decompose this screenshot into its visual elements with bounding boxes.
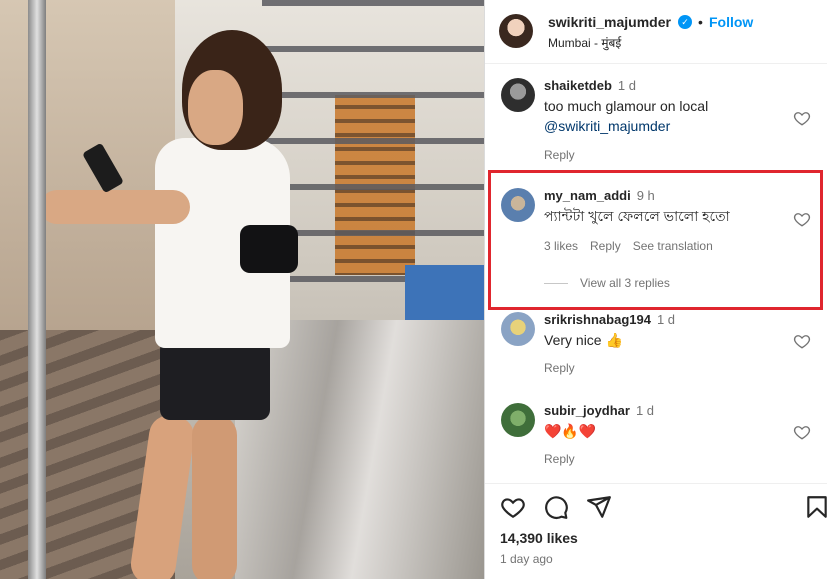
post-timestamp[interactable]: 1 day ago — [500, 552, 553, 566]
likes-count[interactable]: 14,390 likes — [500, 530, 578, 546]
view-replies-label[interactable]: View all 3 replies — [580, 276, 670, 290]
see-translation-button[interactable]: See translation — [633, 239, 713, 253]
comment-username[interactable]: subir_joydhar — [544, 403, 630, 418]
comment-text: ❤️🔥❤️ — [544, 421, 794, 441]
comment-body: প্যান্টটা খুলে ফেললে ভালো হতো — [544, 208, 730, 224]
comment-body: too much glamour on local — [544, 98, 709, 114]
comment-username[interactable]: shaiketdeb — [544, 78, 612, 93]
verified-badge-icon: ✓ — [678, 15, 692, 29]
comment-time: 1 d — [656, 312, 676, 327]
comment-author[interactable]: srikrishnabag194 1 d — [544, 312, 675, 327]
bookmark-icon[interactable] — [804, 494, 827, 520]
photo-leg — [192, 415, 237, 579]
author-username[interactable]: swikriti_majumder — [548, 14, 671, 30]
post-location[interactable]: Mumbai - मुंबई — [548, 34, 621, 51]
heart-icon[interactable] — [793, 423, 811, 441]
comment-time: 1 d — [617, 78, 636, 93]
reply-button[interactable]: Reply — [544, 361, 575, 375]
post-panel: swikriti_majumder ✓ • Follow Mumbai - मु… — [484, 0, 827, 579]
comment-meta: Reply — [544, 148, 587, 162]
heart-icon[interactable] — [500, 494, 526, 520]
comment-text: Very nice 👍 — [544, 330, 794, 350]
follow-button[interactable]: Follow — [709, 14, 753, 30]
commenter-avatar[interactable] — [501, 312, 535, 346]
comment-body: ❤️🔥❤️ — [544, 423, 597, 439]
separator-dot: • — [698, 14, 703, 30]
post-actions: 14,390 likes 1 day ago — [485, 483, 827, 579]
photo-person — [40, 30, 300, 579]
comment-text: too much glamour on local @swikriti_maju… — [544, 96, 794, 136]
reply-button[interactable]: Reply — [544, 148, 575, 162]
heart-icon[interactable] — [793, 109, 811, 127]
post-photo[interactable] — [0, 0, 484, 579]
comment-mention[interactable]: @swikriti_majumder — [544, 118, 670, 134]
commenter-avatar[interactable] — [501, 78, 535, 112]
comment-body: Very nice 👍 — [544, 332, 623, 348]
comment-meta: Reply — [544, 452, 587, 466]
comment-author[interactable]: subir_joydhar 1 d — [544, 403, 654, 418]
commenter-avatar[interactable] — [501, 403, 535, 437]
photo-pole — [28, 0, 46, 579]
comment-likes[interactable]: 3 likes — [544, 239, 578, 253]
photo-train-seat — [405, 265, 484, 320]
comment-time: 9 h — [636, 188, 655, 203]
post-header: swikriti_majumder ✓ • Follow Mumbai - मु… — [485, 0, 827, 64]
comment-username[interactable]: my_nam_addi — [544, 188, 631, 203]
photo-arm — [40, 190, 190, 224]
heart-icon[interactable] — [793, 210, 811, 228]
view-replies-button[interactable]: View all 3 replies — [544, 276, 670, 290]
reply-button[interactable]: Reply — [590, 239, 621, 253]
commenter-avatar[interactable] — [501, 188, 535, 222]
replies-divider-line — [544, 283, 568, 285]
heart-icon[interactable] — [793, 332, 811, 350]
comment-icon[interactable] — [543, 494, 569, 520]
author-avatar[interactable] — [499, 14, 533, 48]
comment-author[interactable]: shaiketdeb 1 d — [544, 78, 636, 93]
photo-bag — [240, 225, 298, 273]
comment-meta: Reply — [544, 361, 587, 375]
photo-face — [188, 70, 243, 145]
comment-meta: 3 likes Reply See translation — [544, 239, 725, 253]
photo-shorts — [160, 340, 270, 420]
photo-leg — [128, 412, 197, 579]
comment-author[interactable]: my_nam_addi 9 h — [544, 188, 655, 203]
reply-button[interactable]: Reply — [544, 452, 575, 466]
comment-time: 1 d — [635, 403, 655, 418]
send-icon[interactable] — [586, 494, 612, 520]
comment-username[interactable]: srikrishnabag194 — [544, 312, 651, 327]
comment-text: প্যান্টটা খুলে ফেললে ভালো হতো — [544, 206, 794, 226]
